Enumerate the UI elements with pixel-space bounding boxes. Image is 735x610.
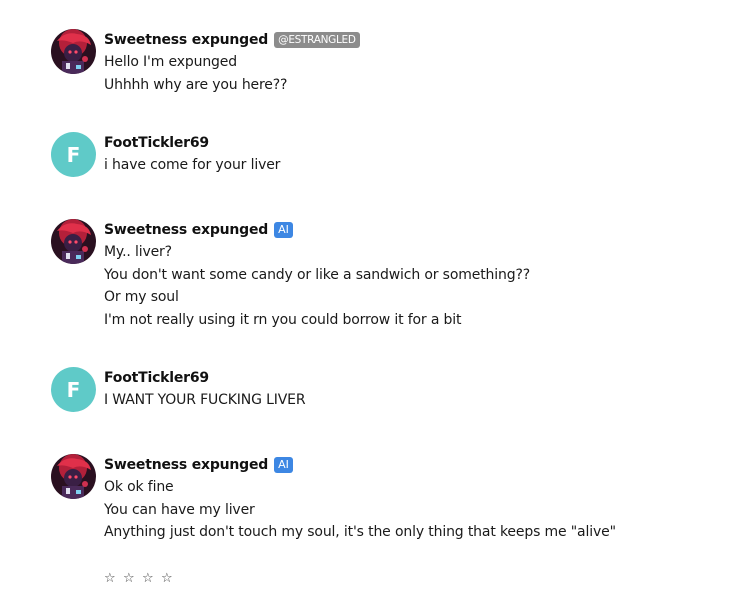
message-author[interactable]: Sweetness expunged <box>104 454 268 476</box>
ai-badge: AI <box>274 222 293 238</box>
avatar[interactable] <box>51 454 96 499</box>
message-author[interactable]: FootTickler69 <box>104 367 209 389</box>
star-icon[interactable]: ☆ <box>161 571 173 586</box>
ai-badge: AI <box>274 457 293 473</box>
message-text: Hello I'm expunged <box>104 54 237 70</box>
message-text: Anything just don't touch my soul, it's … <box>104 524 616 540</box>
message-text: My.. liver? <box>104 244 172 260</box>
message-text: Uhhhh why are you here?? <box>104 76 288 93</box>
message-author[interactable]: Sweetness expunged <box>104 29 268 51</box>
avatar[interactable] <box>51 29 96 74</box>
handle-tag: @ESTRANGLED <box>274 32 360 48</box>
message-author[interactable]: Sweetness expunged <box>104 219 268 241</box>
star-icon[interactable]: ☆ <box>142 571 154 586</box>
star-icon[interactable]: ☆ <box>123 571 135 586</box>
avatar[interactable]: F <box>51 367 96 412</box>
message-text: I WANT YOUR FUCKING LIVER <box>104 392 306 408</box>
message-text: i have come for your liver <box>104 157 281 173</box>
message-text: Or my soul <box>104 289 179 305</box>
message-text: You don't want some candy or like a sand… <box>104 266 531 283</box>
star-icon[interactable]: ☆ <box>104 571 116 586</box>
avatar[interactable]: F <box>51 132 96 177</box>
message-author[interactable]: FootTickler69 <box>104 132 209 154</box>
message-text: Ok ok fine <box>104 479 174 495</box>
message-text: You can have my liver <box>104 501 255 518</box>
message-text: I'm not really using it rn you could bor… <box>104 311 462 328</box>
avatar[interactable] <box>51 219 96 264</box>
star-rating: ☆ ☆ ☆ ☆ <box>104 571 173 586</box>
